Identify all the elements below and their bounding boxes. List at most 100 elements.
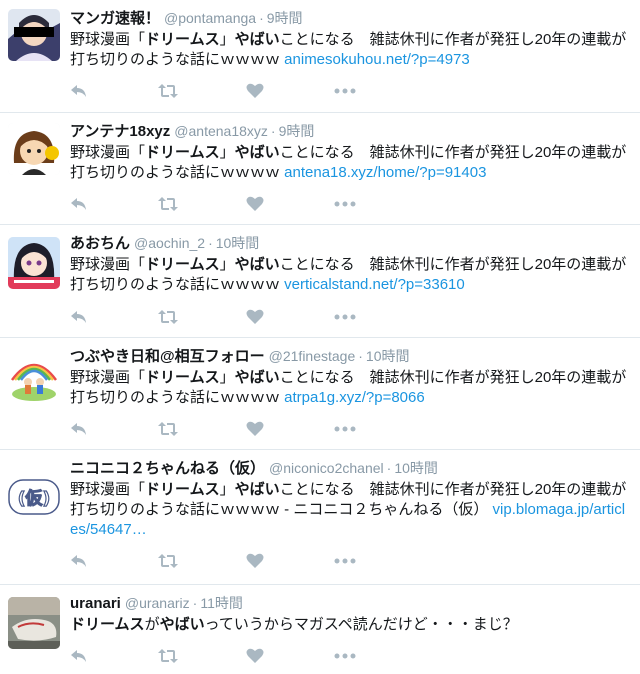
reply-button[interactable] — [70, 645, 158, 667]
heart-icon — [246, 83, 264, 98]
tweet-link[interactable]: atrpa1g.xyz/?p=8066 — [284, 389, 425, 406]
display-name[interactable]: ニコニコ２ちゃんねる（仮） — [70, 460, 265, 477]
retweet-button[interactable] — [158, 80, 246, 102]
tweet[interactable]: uranari @uranariz · 11時間 ドリームスがやばいっていうからマガス… — [0, 585, 640, 674]
reply-button[interactable] — [70, 80, 158, 102]
retweet-icon — [158, 422, 178, 436]
tweet-text: 野球漫画「ドリームス」やばいことになる 雑誌休刊に作者が発狂し20年の連載が打ち… — [70, 480, 630, 540]
timestamp[interactable]: 9時間 — [279, 123, 315, 139]
more-icon — [334, 426, 356, 432]
action-bar — [70, 80, 422, 102]
retweet-icon — [158, 649, 178, 663]
like-button[interactable] — [246, 306, 334, 328]
timestamp[interactable]: 10時間 — [216, 235, 260, 251]
tweet-text: ドリームスがやばいっていうからマガスペ読んだけど・・・まじ？ — [70, 615, 630, 635]
screen-name[interactable]: @pontamanga — [164, 10, 256, 26]
avatar[interactable] — [8, 123, 60, 175]
tweet-content: アンテナ18xyz @antena18xyz · 9時間 野球漫画「ドリームス」やばい… — [70, 119, 630, 183]
display-name[interactable]: アンテナ18xyz — [70, 123, 170, 140]
display-name[interactable]: uranari — [70, 595, 121, 612]
avatar[interactable] — [8, 9, 60, 61]
screen-name[interactable]: @aochin_2 — [134, 235, 205, 251]
text-part: 野球漫画「 — [70, 144, 146, 161]
like-button[interactable] — [246, 550, 334, 572]
tweet-text: 野球漫画「ドリームス」やばいことになる 雑誌休刊に作者が発狂し20年の連載が打ち… — [70, 30, 630, 70]
display-name[interactable]: つぶやき日和@相互フォロー — [70, 348, 265, 365]
more-button[interactable] — [334, 645, 422, 667]
avatar-pontamanga-icon — [8, 9, 60, 61]
timestamp[interactable]: 11時間 — [200, 595, 243, 611]
retweet-button[interactable] — [158, 645, 246, 667]
tweet[interactable]: あおちん @aochin_2 · 10時間 野球漫画「ドリームス」やばいことになる 雑… — [0, 225, 640, 338]
avatar-aochin-icon — [8, 237, 60, 289]
reply-button[interactable] — [70, 193, 158, 215]
avatar[interactable]: (仮) — [8, 472, 60, 524]
more-button[interactable] — [334, 550, 422, 572]
highlight: やばい — [234, 369, 280, 386]
tweet-link[interactable]: animesokuhou.net/?p=4973 — [284, 51, 470, 68]
separator-dot: · — [386, 460, 392, 476]
tweet-text: 野球漫画「ドリームス」やばいことになる 雑誌休刊に作者が発狂し20年の連載が打ち… — [70, 143, 630, 183]
timestamp[interactable]: 10時間 — [366, 348, 410, 364]
more-button[interactable] — [334, 80, 422, 102]
like-button[interactable] — [246, 418, 334, 440]
avatar-21finestage-icon — [8, 350, 60, 402]
like-button[interactable] — [246, 193, 334, 215]
more-button[interactable] — [334, 418, 422, 440]
separator-dot: · — [270, 123, 276, 139]
avatar[interactable] — [8, 597, 60, 649]
retweet-icon — [158, 554, 178, 568]
reply-icon — [71, 198, 86, 210]
tweet-header: uranari @uranariz · 11時間 — [70, 591, 630, 615]
highlight: やばい — [234, 144, 280, 161]
more-button[interactable] — [334, 306, 422, 328]
text-part: 野球漫画「 — [70, 369, 146, 386]
tweet-text: 野球漫画「ドリームス」やばいことになる 雑誌休刊に作者が発狂し20年の連載が打ち… — [70, 255, 630, 295]
separator-dot: · — [358, 348, 363, 364]
like-button[interactable] — [246, 80, 334, 102]
more-button[interactable] — [334, 193, 422, 215]
separator-dot: · — [208, 235, 213, 251]
screen-name[interactable]: @21finestage — [269, 348, 356, 364]
reply-button[interactable] — [70, 418, 158, 440]
retweet-button[interactable] — [158, 306, 246, 328]
action-bar — [70, 193, 422, 215]
tweet-link[interactable]: antena18.xyz/home/?p=91403 — [284, 164, 486, 181]
reply-icon — [71, 423, 86, 435]
reply-icon — [71, 555, 86, 567]
tweet[interactable]: つぶやき日和@相互フォロー @21finestage · 10時間 野球漫画「ドリーム… — [0, 338, 640, 450]
highlight: ドリームス — [145, 144, 220, 161]
text-part: 」 — [219, 481, 235, 498]
screen-name[interactable]: @uranariz — [125, 595, 190, 611]
avatar[interactable] — [8, 237, 60, 289]
retweet-button[interactable] — [158, 193, 246, 215]
reply-button[interactable] — [70, 550, 158, 572]
screen-name[interactable]: @niconico2chanel — [269, 460, 384, 476]
tweet-content: マンガ速報！ @pontamanga · 9時間 野球漫画「ドリームス」やばいことにな… — [70, 6, 630, 70]
tweet-header: ニコニコ２ちゃんねる（仮） @niconico2chanel · 10時間 — [70, 456, 630, 480]
avatar[interactable] — [8, 350, 60, 402]
display-name[interactable]: マンガ速報！ — [70, 10, 160, 27]
action-bar — [70, 645, 422, 667]
tweet-link[interactable]: verticalstand.net/?p=33610 — [284, 276, 465, 293]
tweet-header: つぶやき日和@相互フォロー @21finestage · 10時間 — [70, 344, 630, 368]
retweet-button[interactable] — [158, 550, 246, 572]
text-part: 」 — [219, 31, 235, 48]
separator-dot: · — [259, 10, 264, 26]
reply-button[interactable] — [70, 306, 158, 328]
tweet[interactable]: アンテナ18xyz @antena18xyz · 9時間 野球漫画「ドリームス」やばい… — [0, 113, 640, 225]
text-part: 」 — [219, 256, 235, 273]
timestamp[interactable]: 9時間 — [267, 10, 303, 26]
timeline: マンガ速報！ @pontamanga · 9時間 野球漫画「ドリームス」やばいことにな… — [0, 0, 640, 674]
avatar-antena18xyz-icon — [8, 123, 60, 175]
heart-icon — [246, 421, 264, 436]
retweet-button[interactable] — [158, 418, 246, 440]
text-part: っていうからマガスペ読んだけど・・・まじ？ — [204, 616, 518, 633]
tweet[interactable]: (仮) ニコニコ２ちゃんねる（仮） @niconico2chanel · 10時間 野… — [0, 450, 640, 585]
timestamp[interactable]: 10時間 — [394, 460, 438, 476]
screen-name[interactable]: @antena18xyz — [174, 123, 268, 139]
display-name[interactable]: あおちん — [70, 235, 130, 252]
tweet[interactable]: マンガ速報！ @pontamanga · 9時間 野球漫画「ドリームス」やばいことにな… — [0, 0, 640, 113]
like-button[interactable] — [246, 645, 334, 667]
separator-dot: · — [192, 595, 198, 611]
